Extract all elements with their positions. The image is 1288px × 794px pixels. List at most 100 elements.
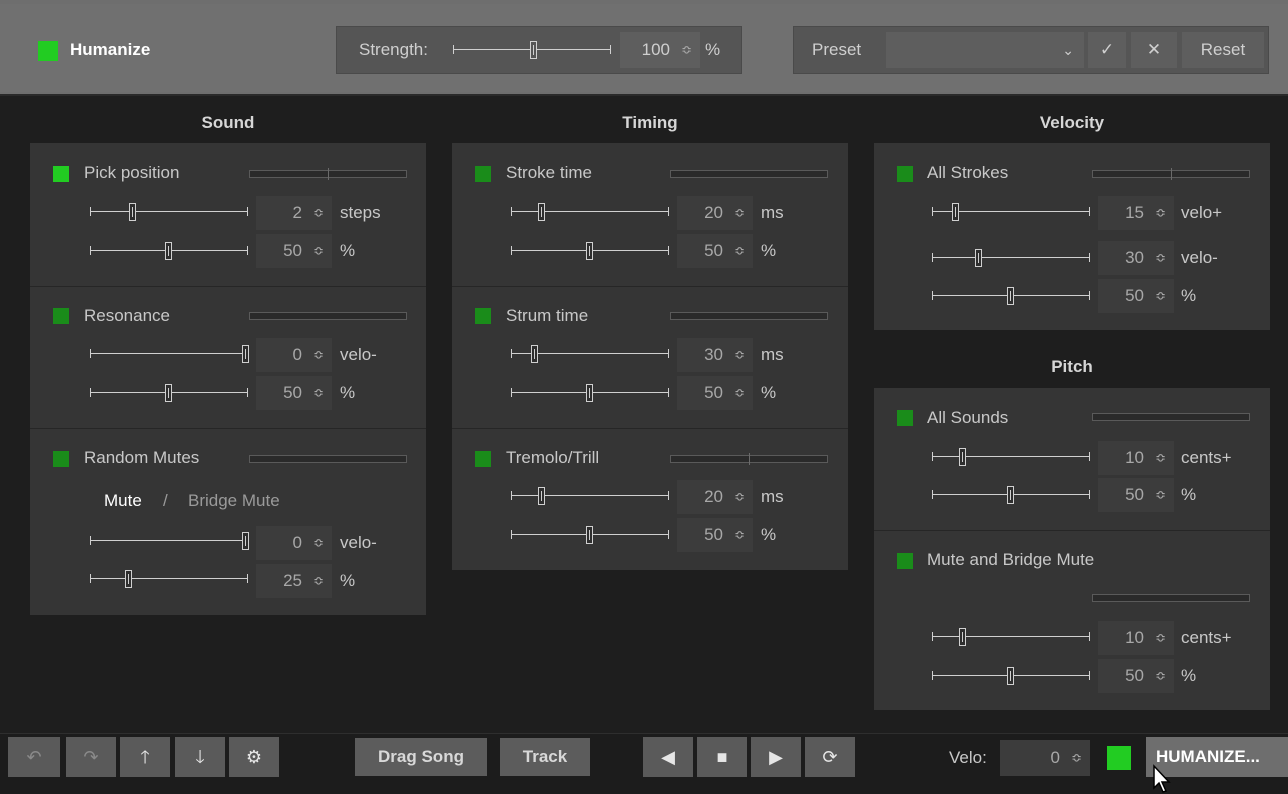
mutes-velo-slider[interactable] [90, 531, 249, 551]
strength-value-field[interactable]: 100 ≎ [620, 32, 700, 68]
random-mutes-toggle[interactable] [53, 451, 69, 467]
spin-arrows-icon[interactable]: ≎ [313, 196, 324, 230]
tremolo-ms-slider[interactable] [511, 486, 669, 506]
humanize-active-indicator[interactable] [1107, 746, 1131, 770]
loop-button[interactable]: ⟳ [805, 737, 855, 777]
velo-minus-slider[interactable] [932, 248, 1090, 268]
stroke-time-toggle[interactable] [475, 166, 491, 182]
sounds-prob-slider[interactable] [932, 485, 1090, 505]
sounds-prob-value: 50 [1125, 485, 1144, 504]
spin-arrows-icon[interactable]: ≎ [1155, 441, 1166, 475]
spin-arrows-icon[interactable]: ≎ [734, 338, 745, 372]
stroke-prob-unit: % [761, 241, 777, 260]
spin-arrows-icon[interactable]: ≎ [1155, 659, 1166, 693]
all-strokes-toggle[interactable] [897, 166, 913, 182]
preset-delete-button[interactable]: ✕ [1131, 32, 1177, 68]
velo-field[interactable]: 0 ≎ [1000, 740, 1090, 776]
spin-arrows-icon[interactable]: ≎ [313, 376, 324, 410]
preset-reset-button[interactable]: Reset [1182, 32, 1264, 68]
sounds-cents-slider[interactable] [932, 447, 1090, 467]
stroke-prob-field[interactable]: 50 ≎ [677, 234, 753, 268]
resonance-prob-field[interactable]: 50 ≎ [256, 376, 332, 410]
strum-time-toggle[interactable] [475, 308, 491, 324]
spin-arrows-icon[interactable]: ≎ [681, 32, 692, 68]
spin-arrows-icon[interactable]: ≎ [734, 234, 745, 268]
spin-arrows-icon[interactable]: ≎ [1155, 621, 1166, 655]
spin-arrows-icon[interactable]: ≎ [313, 338, 324, 372]
velo-prob-field[interactable]: 50 ≎ [1098, 279, 1174, 313]
mute-bridge-toggle[interactable] [897, 553, 913, 569]
tremolo-prob-field[interactable]: 50 ≎ [677, 518, 753, 552]
play-button[interactable]: ▶ [751, 737, 801, 777]
spin-arrows-icon[interactable]: ≎ [313, 234, 324, 268]
mute-option[interactable]: Mute [104, 491, 142, 511]
stop-button[interactable]: ■ [697, 737, 747, 777]
pick-steps-field[interactable]: 2 ≎ [256, 196, 332, 230]
spin-arrows-icon[interactable]: ≎ [734, 518, 745, 552]
track-button[interactable]: Track [500, 738, 590, 776]
spin-arrows-icon[interactable]: ≎ [734, 196, 745, 230]
spin-arrows-icon[interactable]: ≎ [1071, 740, 1082, 776]
strum-prob-field[interactable]: 50 ≎ [677, 376, 753, 410]
tremolo-toggle[interactable] [475, 451, 491, 467]
resonance-velo-field[interactable]: 0 ≎ [256, 338, 332, 372]
resonance-prob-slider[interactable] [90, 383, 248, 403]
strum-ms-slider[interactable] [511, 344, 669, 364]
mute-prob-field[interactable]: 50 ≎ [1098, 659, 1174, 693]
drag-song-button[interactable]: Drag Song [355, 738, 487, 776]
mutes-prob-field[interactable]: 25 ≎ [256, 564, 332, 598]
strum-ms-field[interactable]: 30 ≎ [677, 338, 753, 372]
stroke-ms-slider[interactable] [511, 202, 669, 222]
spin-arrows-icon[interactable]: ≎ [1155, 478, 1166, 512]
all-sounds-toggle[interactable] [897, 410, 913, 426]
spin-arrows-icon[interactable]: ≎ [313, 526, 324, 560]
move-up-button[interactable]: 🡑 [120, 737, 170, 777]
velo-plus-field[interactable]: 15 ≎ [1098, 196, 1174, 230]
stroke-ms-field[interactable]: 20 ≎ [677, 196, 753, 230]
settings-button[interactable]: ⚙ [229, 737, 279, 777]
stroke-prob-slider[interactable] [511, 241, 669, 261]
resonance-velo-slider[interactable] [90, 344, 249, 364]
preset-save-button[interactable]: ✓ [1088, 32, 1126, 68]
strum-time-label: Strum time [506, 306, 589, 325]
spin-arrows-icon[interactable]: ≎ [1155, 241, 1166, 275]
pick-prob-slider[interactable] [90, 241, 248, 261]
pick-steps-slider[interactable] [90, 202, 248, 222]
mute-cents-field[interactable]: 10 ≎ [1098, 621, 1174, 655]
velo-plus-slider[interactable] [932, 202, 1090, 222]
sounds-cents-field[interactable]: 10 ≎ [1098, 441, 1174, 475]
resonance-toggle[interactable] [53, 308, 69, 324]
mute-bridge-label: Mute and Bridge Mute [927, 550, 1095, 569]
strength-slider-thumb[interactable] [530, 41, 537, 59]
undo-button[interactable]: ↶ [8, 737, 60, 777]
pick-position-toggle[interactable] [53, 166, 69, 182]
mute-cents-slider[interactable] [932, 627, 1090, 647]
mutes-prob-slider[interactable] [90, 569, 248, 589]
preset-select[interactable]: ⌄ [886, 32, 1084, 68]
all-strokes-label: All Strokes [927, 163, 1009, 182]
move-down-button[interactable]: 🡓 [175, 737, 225, 777]
mutes-velo-field[interactable]: 0 ≎ [256, 526, 332, 560]
bridge-mute-option[interactable]: Bridge Mute [188, 491, 280, 511]
velo-minus-field[interactable]: 30 ≎ [1098, 241, 1174, 275]
mutes-prob-unit: % [340, 571, 356, 590]
spin-arrows-icon[interactable]: ≎ [313, 564, 324, 598]
tremolo-prob-slider[interactable] [511, 525, 669, 545]
tremolo-ms-field[interactable]: 20 ≎ [677, 480, 753, 514]
redo-button[interactable]: ↷ [66, 737, 116, 777]
spin-arrows-icon[interactable]: ≎ [734, 480, 745, 514]
mute-prob-unit: % [1181, 666, 1197, 685]
strum-prob-slider[interactable] [511, 383, 669, 403]
pick-prob-field[interactable]: 50 ≎ [256, 234, 332, 268]
strength-slider[interactable] [453, 40, 611, 60]
humanize-enable-toggle[interactable] [38, 41, 58, 61]
spin-arrows-icon[interactable]: ≎ [734, 376, 745, 410]
velo-prob-slider[interactable] [932, 286, 1090, 306]
strum-ms-unit: ms [761, 345, 784, 364]
spin-arrows-icon[interactable]: ≎ [1155, 279, 1166, 313]
spin-arrows-icon[interactable]: ≎ [1155, 196, 1166, 230]
sounds-prob-field[interactable]: 50 ≎ [1098, 478, 1174, 512]
speaker-button[interactable]: ◀ [643, 737, 693, 777]
check-icon: ✓ [1099, 40, 1115, 59]
mute-prob-slider[interactable] [932, 666, 1090, 686]
